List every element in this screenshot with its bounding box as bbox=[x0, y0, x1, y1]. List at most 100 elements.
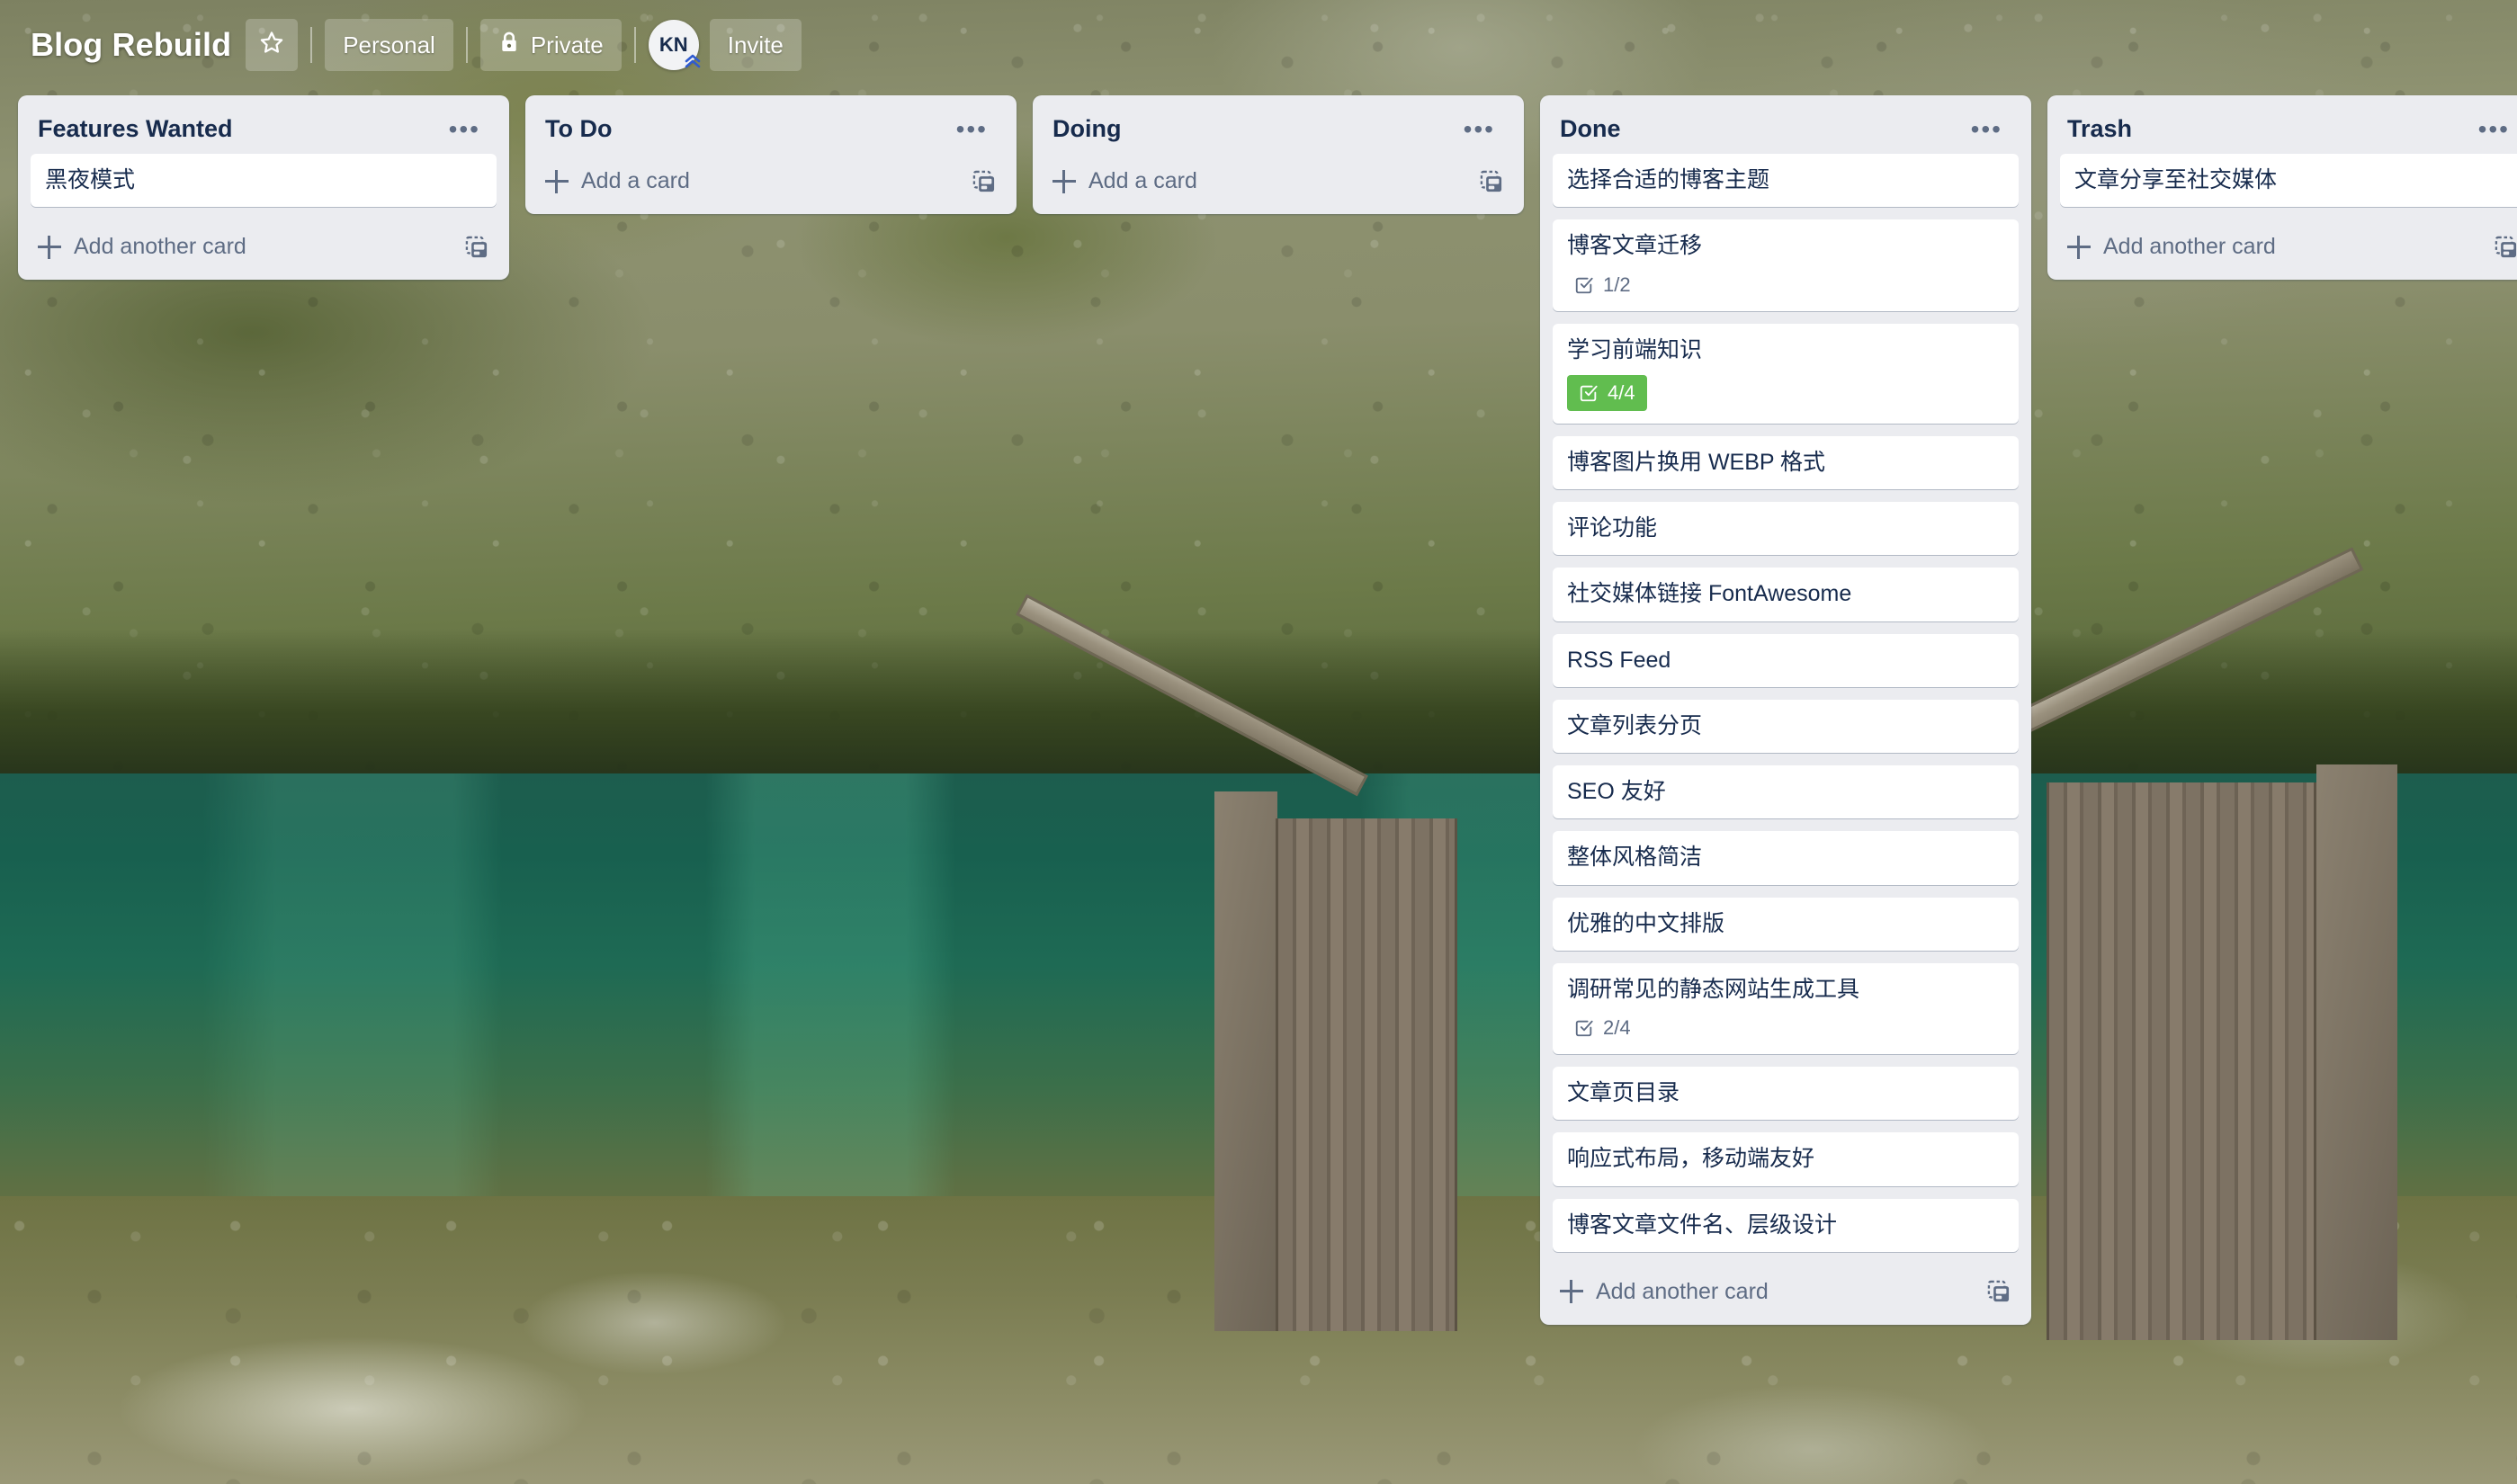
checklist-count: 2/4 bbox=[1603, 1016, 1631, 1039]
card-template-icon[interactable] bbox=[464, 235, 489, 260]
header-divider-3 bbox=[633, 27, 636, 63]
list-cards[interactable]: 黑夜模式 bbox=[25, 154, 502, 219]
card[interactable]: 响应式布局，移动端友好 bbox=[1553, 1132, 2019, 1186]
card[interactable]: 调研常见的静态网站生成工具 2/4 bbox=[1553, 962, 2019, 1054]
card[interactable]: 评论功能 bbox=[1553, 502, 2019, 556]
header-divider-1 bbox=[310, 27, 313, 63]
list-title[interactable]: Doing bbox=[1052, 115, 1121, 143]
add-card-button[interactable]: Add another card bbox=[2055, 219, 2517, 276]
list-header: To Do ••• bbox=[533, 103, 1009, 154]
list-header: Trash ••• bbox=[2055, 103, 2517, 154]
card[interactable]: RSS Feed bbox=[1553, 633, 2019, 687]
card[interactable]: 学习前端知识 4/4 bbox=[1553, 323, 2019, 424]
star-board-button[interactable] bbox=[246, 19, 299, 71]
list-trash: Trash ••• 文章分享至社交媒体 Add another card bbox=[2047, 95, 2517, 281]
checklist-icon bbox=[1579, 383, 1599, 403]
card-title: 文章列表分页 bbox=[1567, 712, 1703, 738]
header-divider-2 bbox=[465, 27, 468, 63]
list-cards[interactable]: 选择合适的博客主题 博客文章迁移 1/2 学习前端知识 4/4 博客图片换用 WEBP 格… bbox=[1547, 154, 2024, 1265]
card-title: 文章分享至社交媒体 bbox=[2074, 167, 2278, 192]
add-card-left: Add another card bbox=[1560, 1279, 1769, 1305]
list-to-do: To Do ••• Add a card bbox=[525, 95, 1017, 214]
card-title: 调研常见的静态网站生成工具 bbox=[1567, 976, 1860, 1002]
card[interactable]: 博客文章文件名、层级设计 bbox=[1553, 1198, 2019, 1252]
card-template-icon[interactable] bbox=[1986, 1279, 2011, 1304]
card-badges: 2/4 bbox=[1567, 1015, 2004, 1041]
visibility-button[interactable]: Private bbox=[479, 19, 622, 71]
list-title[interactable]: Done bbox=[1560, 115, 1621, 143]
card-title: 博客文章文件名、层级设计 bbox=[1567, 1211, 1838, 1238]
card-title: 社交媒体链接 FontAwesome bbox=[1567, 581, 1852, 607]
list-done: Done ••• 选择合适的博客主题 博客文章迁移 1/2 学习前端知识 4/4 博客图片换用… bbox=[1540, 95, 2031, 1325]
list-header: Done ••• bbox=[1547, 103, 2024, 154]
card-title: RSS Feed bbox=[1567, 647, 1671, 673]
add-card-left: Add a card bbox=[1052, 168, 1197, 194]
card[interactable]: 整体风格简洁 bbox=[1553, 831, 2019, 885]
card-title: 博客文章迁移 bbox=[1567, 233, 1703, 259]
card-title: 选择合适的博客主题 bbox=[1567, 167, 1770, 192]
star-icon bbox=[259, 30, 284, 61]
workspace-label: Personal bbox=[343, 31, 435, 58]
add-card-label: Add another card bbox=[1596, 1278, 1769, 1304]
checklist-count: 4/4 bbox=[1608, 380, 1635, 404]
add-card-left: Add another card bbox=[38, 234, 246, 260]
plus-icon bbox=[545, 169, 569, 193]
list-actions-menu-icon[interactable]: ••• bbox=[1455, 116, 1504, 143]
list-header: Doing ••• bbox=[1040, 103, 1517, 154]
add-card-button[interactable]: Add another card bbox=[1547, 1265, 2024, 1321]
card-title: 文章页目录 bbox=[1567, 1080, 1680, 1105]
card-title: 优雅的中文排版 bbox=[1567, 910, 1725, 936]
list-actions-menu-icon[interactable]: ••• bbox=[440, 116, 489, 143]
visibility-label: Private bbox=[530, 31, 604, 58]
invite-label: Invite bbox=[727, 31, 784, 58]
plus-icon bbox=[1560, 1280, 1583, 1304]
add-card-left: Add a card bbox=[545, 168, 690, 194]
list-actions-menu-icon[interactable]: ••• bbox=[947, 116, 997, 143]
card[interactable]: 博客图片换用 WEBP 格式 bbox=[1553, 435, 2019, 489]
chevrons-up-icon bbox=[683, 52, 703, 74]
card-title: 评论功能 bbox=[1567, 515, 1658, 541]
card-template-icon[interactable] bbox=[972, 169, 997, 194]
invite-button[interactable]: Invite bbox=[709, 19, 802, 71]
checklist-badge: 2/4 bbox=[1567, 1015, 1638, 1041]
card-template-icon[interactable] bbox=[1479, 169, 1504, 194]
add-card-button[interactable]: Add another card bbox=[25, 219, 502, 276]
add-card-label: Add a card bbox=[1088, 168, 1197, 193]
card-title: 博客图片换用 WEBP 格式 bbox=[1567, 449, 1826, 475]
plus-icon bbox=[2067, 235, 2091, 259]
card[interactable]: SEO 友好 bbox=[1553, 765, 2019, 819]
card[interactable]: 博客文章迁移 1/2 bbox=[1553, 219, 2019, 311]
workspace-button[interactable]: Personal bbox=[325, 19, 453, 71]
board-header: Blog Rebuild Personal Private KN Invite bbox=[0, 0, 2517, 90]
list-title[interactable]: Features Wanted bbox=[38, 115, 233, 143]
add-card-left: Add another card bbox=[2067, 234, 2276, 260]
add-card-button[interactable]: Add a card bbox=[533, 154, 1009, 210]
add-card-label: Add another card bbox=[2103, 234, 2276, 260]
plus-icon bbox=[1052, 169, 1076, 193]
card[interactable]: 优雅的中文排版 bbox=[1553, 897, 2019, 951]
card[interactable]: 文章分享至社交媒体 bbox=[2060, 154, 2517, 208]
list-title[interactable]: Trash bbox=[2067, 115, 2132, 143]
card[interactable]: 社交媒体链接 FontAwesome bbox=[1553, 568, 2019, 621]
list-actions-menu-icon[interactable]: ••• bbox=[1962, 116, 2011, 143]
card[interactable]: 文章列表分页 bbox=[1553, 699, 2019, 753]
board-title[interactable]: Blog Rebuild bbox=[23, 26, 246, 64]
card-title: SEO 友好 bbox=[1567, 779, 1666, 804]
lock-icon bbox=[498, 31, 520, 60]
card[interactable]: 选择合适的博客主题 bbox=[1553, 154, 2019, 208]
card-badges: 1/2 bbox=[1567, 272, 2004, 299]
card[interactable]: 文章页目录 bbox=[1553, 1067, 2019, 1121]
card-template-icon[interactable] bbox=[2494, 235, 2517, 260]
list-actions-menu-icon[interactable]: ••• bbox=[2469, 116, 2517, 143]
list-title[interactable]: To Do bbox=[545, 115, 612, 143]
checklist-count: 1/2 bbox=[1603, 273, 1631, 296]
add-card-button[interactable]: Add a card bbox=[1040, 154, 1517, 210]
card-badges: 4/4 bbox=[1567, 374, 2004, 411]
list-cards[interactable]: 文章分享至社交媒体 bbox=[2055, 154, 2517, 219]
card[interactable]: 黑夜模式 bbox=[31, 154, 497, 208]
avatar[interactable]: KN bbox=[648, 20, 701, 70]
list-features-wanted: Features Wanted ••• 黑夜模式 Add another card bbox=[18, 95, 509, 281]
card-title: 学习前端知识 bbox=[1567, 336, 1703, 362]
add-card-label: Add a card bbox=[581, 168, 690, 193]
board-lists-container: Features Wanted ••• 黑夜模式 Add another card To… bbox=[0, 90, 2517, 1484]
